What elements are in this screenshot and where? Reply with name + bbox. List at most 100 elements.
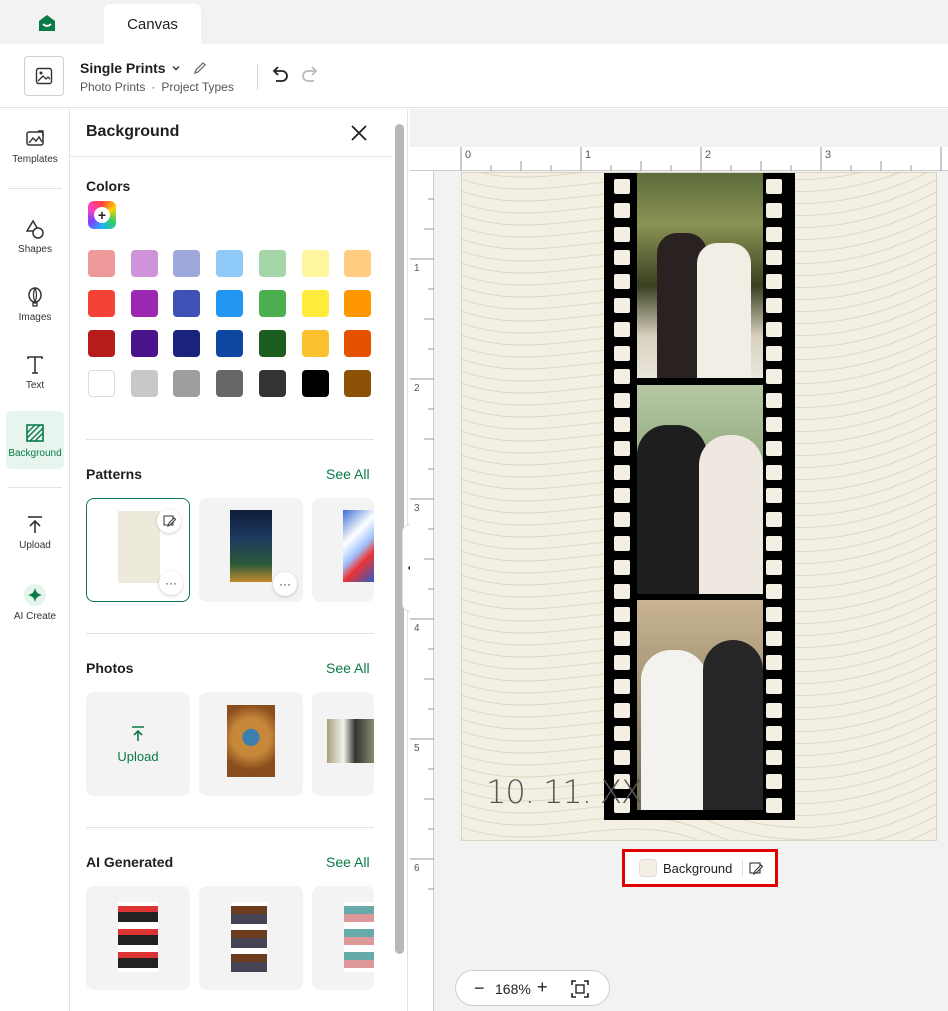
color-swatch[interactable] <box>301 250 329 277</box>
color-swatch[interactable] <box>344 290 372 317</box>
undo-icon[interactable] <box>268 64 290 86</box>
color-swatch[interactable] <box>88 290 115 317</box>
breadcrumb-separator: · <box>151 80 156 94</box>
zoom-control: − 168% + <box>455 970 610 1006</box>
rail-item-shapes[interactable]: Shapes <box>6 207 64 265</box>
color-swatch[interactable] <box>258 330 286 357</box>
color-swatch[interactable] <box>88 250 115 277</box>
color-swatch[interactable] <box>173 250 201 277</box>
ai-card-cartoon-group[interactable] <box>312 886 374 990</box>
rail-item-upload[interactable]: Upload <box>6 503 64 561</box>
background-chip-label: Background <box>663 860 733 876</box>
ruler-label: 5 <box>414 743 420 754</box>
color-swatch[interactable] <box>173 330 201 357</box>
horizontal-ruler: 0 1 2 3 <box>433 147 948 171</box>
add-custom-color-button[interactable]: + <box>88 201 116 229</box>
fit-to-screen-icon[interactable] <box>570 979 590 1002</box>
project-title-dropdown[interactable]: Single Prints <box>80 60 208 76</box>
sprocket-hole <box>614 179 630 194</box>
project-header: Single Prints Photo Prints · Project Typ… <box>0 44 948 108</box>
color-swatch[interactable] <box>301 330 329 357</box>
sprocket-hole <box>766 440 782 456</box>
tab-canvas[interactable]: Canvas <box>104 4 201 44</box>
color-swatch[interactable] <box>130 250 158 277</box>
breadcrumb-type[interactable]: Project Types <box>161 80 233 94</box>
zoom-out-button[interactable]: − <box>474 979 485 997</box>
ruler-label: 1 <box>585 149 592 161</box>
color-swatch[interactable] <box>301 290 329 317</box>
color-swatch[interactable] <box>258 250 286 277</box>
color-swatch[interactable] <box>216 250 244 277</box>
photo-couple-smile[interactable] <box>637 385 763 594</box>
date-text[interactable]: 10. 11. XX <box>486 773 643 811</box>
upload-photo-card[interactable]: Upload <box>86 692 190 796</box>
color-swatch[interactable] <box>173 290 201 317</box>
edit-pattern-icon[interactable] <box>157 509 181 533</box>
color-swatch[interactable] <box>130 330 158 357</box>
film-strip-frame[interactable] <box>604 173 795 820</box>
sprocket-hole <box>766 797 782 813</box>
sprocket-hole <box>614 417 630 432</box>
color-swatch[interactable] <box>344 330 372 357</box>
color-swatch[interactable] <box>173 370 201 397</box>
photo-card-child-leaves[interactable] <box>199 692 303 796</box>
pattern-card-starry-night[interactable]: ··· <box>199 498 303 602</box>
design-page[interactable]: 10. 11. XX <box>461 172 937 841</box>
color-swatch[interactable] <box>301 370 329 397</box>
zoom-level[interactable]: 168% <box>495 981 531 997</box>
background-color-swatch <box>639 859 657 877</box>
photo-card-wedding[interactable] <box>312 692 374 796</box>
ai-card-cartoon-couple[interactable] <box>86 886 190 990</box>
edit-background-icon[interactable] <box>749 861 764 876</box>
sprocket-hole <box>614 559 630 575</box>
color-swatch[interactable] <box>344 250 372 277</box>
color-swatch[interactable] <box>130 370 158 397</box>
sprocket-hole <box>766 726 782 742</box>
rail-label-text: Text <box>25 379 45 391</box>
ai-card-cartoon-pair[interactable] <box>199 886 303 990</box>
color-swatch[interactable] <box>258 370 286 397</box>
rail-item-templates[interactable]: Templates <box>6 117 64 175</box>
more-options-icon[interactable]: ··· <box>273 572 297 596</box>
groom-silhouette <box>703 640 763 810</box>
bride-silhouette <box>697 243 751 378</box>
rail-item-background[interactable]: Background <box>6 411 64 469</box>
color-swatch[interactable] <box>216 330 244 357</box>
photo-couple-bouquet[interactable] <box>637 600 763 810</box>
redo-icon[interactable] <box>300 64 322 86</box>
sprocket-hole <box>766 702 782 718</box>
colors-section-title: Colors <box>86 178 131 194</box>
color-swatch[interactable] <box>216 370 244 397</box>
rail-item-images[interactable]: Images <box>6 275 64 333</box>
zoom-in-button[interactable]: + <box>537 978 548 996</box>
rail-item-ai-create[interactable]: AI Create <box>6 573 64 631</box>
close-icon[interactable] <box>348 122 370 144</box>
panel-header: Background <box>70 109 392 157</box>
pattern-card-abstract-blue[interactable] <box>312 498 374 602</box>
photos-see-all-link[interactable]: See All <box>326 660 370 676</box>
pattern-card-cream-lines[interactable]: ··· <box>86 498 190 602</box>
home-icon[interactable] <box>36 12 58 34</box>
color-swatch[interactable] <box>130 290 158 317</box>
project-thumbnail-button[interactable] <box>24 56 64 96</box>
sprocket-hole <box>766 274 782 290</box>
color-swatch[interactable] <box>88 370 115 397</box>
sprocket-hole <box>766 464 782 480</box>
image-icon <box>35 67 53 85</box>
color-swatch[interactable] <box>258 290 286 317</box>
rail-label-background: Background <box>8 447 62 459</box>
more-options-icon[interactable]: ··· <box>159 571 183 595</box>
ai-thumbnail <box>231 902 267 972</box>
sprocket-hole <box>766 678 782 694</box>
rail-item-text[interactable]: Text <box>6 343 64 401</box>
color-swatch[interactable] <box>216 290 244 317</box>
color-swatch[interactable] <box>344 370 372 397</box>
color-swatch[interactable] <box>88 330 115 357</box>
pencil-icon[interactable] <box>192 60 208 76</box>
background-chip[interactable]: Background <box>629 856 771 880</box>
patterns-see-all-link[interactable]: See All <box>326 466 370 482</box>
photo-couple-kiss[interactable] <box>637 173 763 378</box>
section-divider <box>86 827 374 828</box>
ai-generated-see-all-link[interactable]: See All <box>326 854 370 870</box>
breadcrumb-category[interactable]: Photo Prints <box>80 80 145 94</box>
